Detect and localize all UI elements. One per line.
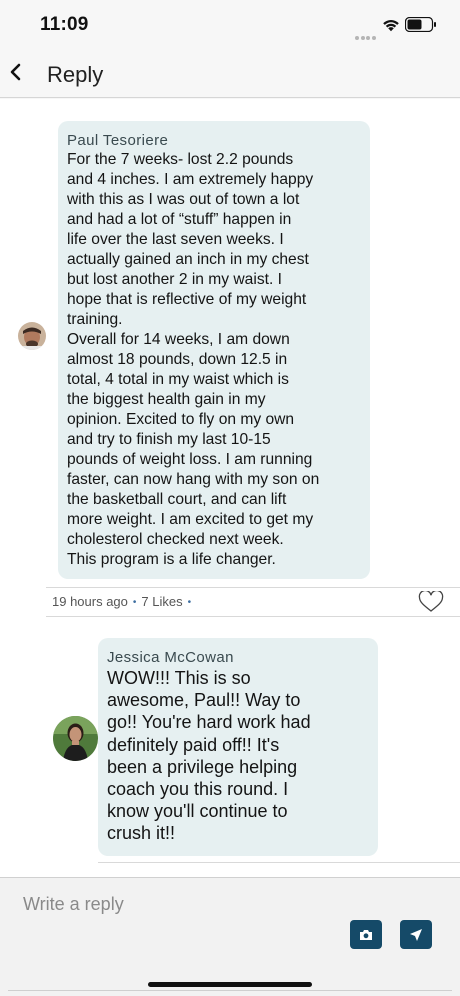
like-count[interactable]: 7 Likes (141, 594, 182, 609)
status-bar: 11:09 (0, 0, 460, 50)
comment-bubble: Paul Tesoriere For the 7 weeks- lost 2.2… (58, 121, 370, 579)
comment-thread[interactable]: Paul Tesoriere For the 7 weeks- lost 2.2… (0, 99, 460, 877)
reply-composer (0, 877, 460, 996)
divider (46, 587, 460, 588)
send-button[interactable] (400, 920, 432, 949)
cellular-signal-icon (355, 27, 377, 45)
comment-text: For the 7 weeks- lost 2.2 pounds and 4 i… (67, 151, 320, 568)
back-button[interactable] (6, 58, 32, 88)
heart-icon[interactable] (418, 591, 444, 613)
page-title: Reply (47, 62, 104, 87)
divider (8, 990, 452, 991)
reply-input[interactable] (8, 886, 452, 922)
avatar-jessica[interactable] (53, 716, 98, 761)
home-indicator (148, 982, 312, 987)
divider (98, 862, 460, 863)
send-icon (410, 928, 422, 941)
meta-separator: • (132, 597, 137, 608)
nav-header: Reply (0, 50, 460, 98)
battery-icon (405, 17, 436, 32)
comment-meta: 19 hours ago • 7 Likes • (52, 594, 196, 609)
meta-separator: • (187, 597, 192, 608)
camera-icon (360, 929, 372, 940)
back-arrow-icon (10, 63, 21, 81)
camera-button[interactable] (350, 920, 382, 949)
avatar-paul[interactable] (18, 322, 46, 350)
comment-timestamp: 19 hours ago (52, 594, 128, 609)
comment-author[interactable]: Paul Tesoriere (67, 132, 361, 149)
divider (46, 616, 460, 617)
comment-bubble: Jessica McCowan WOW!!! This is so awesom… (98, 638, 378, 856)
wifi-icon (383, 20, 399, 32)
status-time: 11:09 (40, 14, 89, 35)
comment-text: WOW!!! This is so awesome, Paul!! Way to… (107, 668, 311, 844)
comment-author[interactable]: Jessica McCowan (107, 649, 369, 666)
